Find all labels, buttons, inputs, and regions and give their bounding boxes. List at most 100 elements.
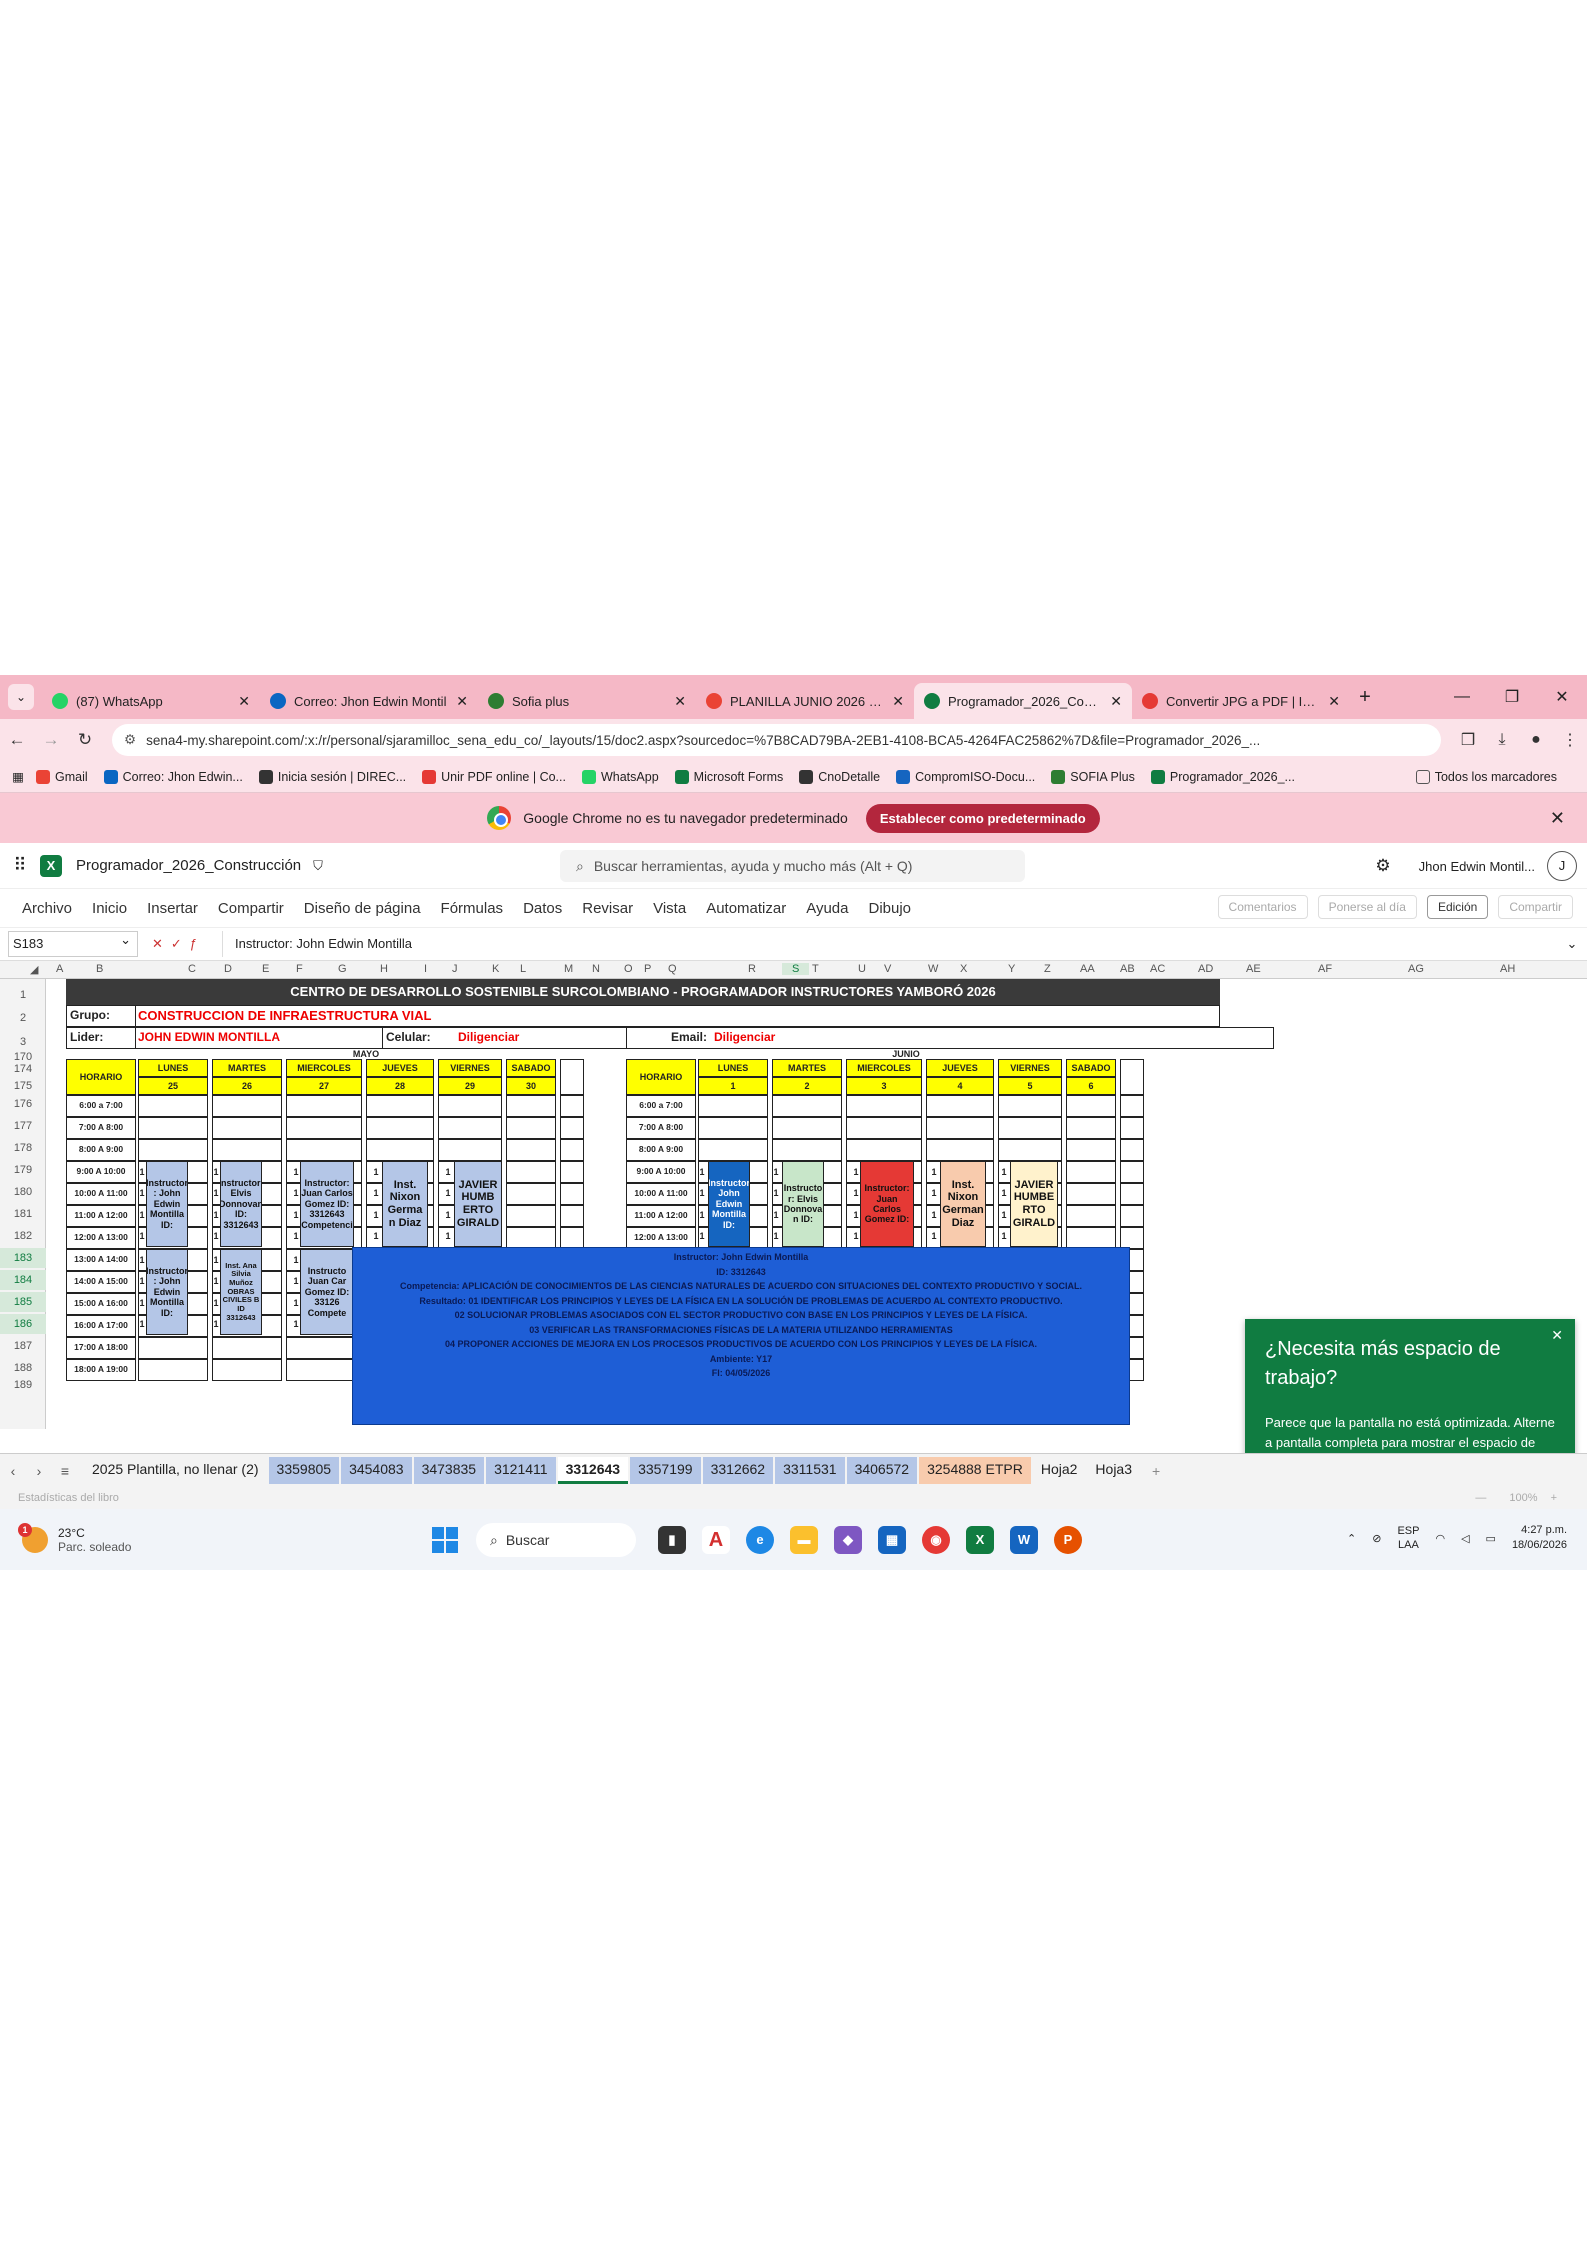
menu-item[interactable]: Compartir (218, 900, 284, 917)
edge-icon[interactable]: e (746, 1526, 774, 1554)
schedule-cell[interactable] (1066, 1117, 1116, 1139)
bookmark-item[interactable]: Gmail (36, 769, 88, 784)
count-cell[interactable]: 1 (930, 1208, 938, 1222)
count-cell[interactable]: 1 (444, 1165, 452, 1179)
back-icon[interactable]: ← (0, 730, 34, 750)
schedule-cell[interactable] (998, 1117, 1062, 1139)
acrobat-icon[interactable]: A (702, 1526, 730, 1554)
count-cell[interactable]: 1 (444, 1208, 452, 1222)
day-header[interactable]: VIERNES (438, 1059, 502, 1077)
count-cell[interactable]: 1 (698, 1229, 706, 1243)
time-slot[interactable]: 9:00 A 10:00 (66, 1161, 136, 1183)
sheet-tab[interactable]: Hoja3 (1087, 1457, 1140, 1484)
celular-label[interactable]: Celular: (386, 1027, 446, 1049)
count-cell[interactable]: 1 (138, 1253, 146, 1267)
day-header[interactable]: LUNES (698, 1059, 768, 1077)
column-header[interactable]: AD (1198, 963, 1213, 975)
file-explorer-icon[interactable]: ▬ (790, 1526, 818, 1554)
extensions-icon[interactable]: ❒ (1451, 730, 1485, 750)
sheet-title[interactable]: CENTRO DE DESARROLLO SOSTENIBLE SURCOLOM… (66, 979, 1220, 1005)
row-header[interactable]: 2 (0, 1007, 46, 1029)
time-slot[interactable]: 17:00 A 18:00 (66, 1337, 136, 1359)
schedule-cell[interactable] (212, 1337, 282, 1359)
column-header[interactable]: I (424, 963, 427, 975)
time-slot[interactable]: 12:00 A 13:00 (626, 1227, 696, 1249)
reload-icon[interactable]: ↻ (68, 730, 102, 750)
column-header[interactable]: F (296, 963, 303, 975)
ribbon-action-button[interactable]: Comentarios (1217, 895, 1308, 919)
add-sheet-icon[interactable]: + (1152, 1463, 1160, 1479)
column-header[interactable]: AA (1080, 963, 1095, 975)
profile-icon[interactable]: ● (1519, 731, 1553, 749)
schedule-cell[interactable] (1066, 1095, 1116, 1117)
day-header[interactable]: MARTES (772, 1059, 842, 1077)
count-cell[interactable]: 1 (212, 1274, 220, 1288)
class-block[interactable]: Instructo Juan Car Gomez ID: 33126 Compe… (300, 1249, 354, 1335)
schedule-cell[interactable] (772, 1117, 842, 1139)
schedule-cell[interactable] (560, 1183, 584, 1205)
schedule-cell[interactable] (926, 1139, 994, 1161)
row-header[interactable]: 187 (0, 1336, 46, 1356)
time-slot[interactable]: 10:00 A 11:00 (66, 1183, 136, 1205)
chrome-taskbar-icon[interactable]: ◉ (922, 1526, 950, 1554)
schedule-cell[interactable] (698, 1117, 768, 1139)
schedule-cell[interactable] (212, 1095, 282, 1117)
schedule-cell[interactable] (138, 1139, 208, 1161)
time-slot[interactable]: 9:00 A 10:00 (626, 1161, 696, 1183)
count-cell[interactable]: 1 (852, 1165, 860, 1179)
column-header[interactable]: N (592, 963, 600, 975)
close-window-button[interactable]: ✕ (1537, 687, 1587, 707)
count-cell[interactable]: 1 (772, 1186, 780, 1200)
sheet-tab[interactable]: 3121411 (486, 1457, 556, 1484)
schedule-cell[interactable] (366, 1095, 434, 1117)
count-cell[interactable]: 1 (772, 1208, 780, 1222)
count-cell[interactable]: 1 (212, 1229, 220, 1243)
column-header[interactable]: U (858, 963, 866, 975)
row-header[interactable]: 184 (0, 1270, 46, 1290)
schedule-cell[interactable] (846, 1095, 922, 1117)
column-header[interactable]: Q (668, 963, 677, 975)
count-cell[interactable]: 1 (930, 1229, 938, 1243)
weather-widget[interactable]: 1 23°C Parc. soleado (18, 1522, 172, 1554)
tab-search-button[interactable]: ⌄ (8, 684, 34, 710)
time-slot[interactable]: 16:00 A 17:00 (66, 1315, 136, 1337)
schedule-cell[interactable] (560, 1227, 584, 1249)
menu-item[interactable]: Fórmulas (441, 900, 504, 917)
schedule-cell[interactable] (366, 1117, 434, 1139)
class-block[interactable]: Inst. Nixon German Diaz (940, 1161, 986, 1247)
count-cell[interactable]: 1 (852, 1186, 860, 1200)
time-slot[interactable]: 11:00 A 12:00 (626, 1205, 696, 1227)
count-cell[interactable]: 1 (138, 1317, 146, 1331)
schedule-cell[interactable] (1120, 1095, 1144, 1117)
count-cell[interactable]: 1 (212, 1165, 220, 1179)
count-cell[interactable]: 1 (212, 1186, 220, 1200)
row-header[interactable]: 182 (0, 1226, 46, 1246)
time-slot[interactable]: 6:00 a 7:00 (626, 1095, 696, 1117)
expand-formula-icon[interactable]: ⌄ (1557, 936, 1587, 952)
column-header[interactable]: L (520, 963, 526, 975)
count-cell[interactable]: 1 (212, 1253, 220, 1267)
month-label-junio[interactable]: JUNIO (846, 1049, 966, 1059)
language-layout[interactable]: LAA (1397, 1538, 1419, 1552)
all-bookmarks[interactable]: Todos los marcadores (1415, 769, 1557, 784)
schedule-cell[interactable] (698, 1139, 768, 1161)
schedule-cell[interactable] (846, 1117, 922, 1139)
column-header[interactable]: Y (1008, 963, 1015, 975)
time-slot[interactable]: 8:00 A 9:00 (66, 1139, 136, 1161)
menu-item[interactable]: Ayuda (806, 900, 848, 917)
close-tab-icon[interactable]: ✕ (892, 693, 904, 710)
time-slot[interactable]: 11:00 A 12:00 (66, 1205, 136, 1227)
time-slot[interactable]: 12:00 A 13:00 (66, 1227, 136, 1249)
column-header[interactable]: AE (1246, 963, 1261, 975)
schedule-cell[interactable] (1120, 1161, 1144, 1183)
ribbon-action-button[interactable]: Edición (1426, 895, 1489, 919)
spacer-cell[interactable] (560, 1059, 584, 1095)
schedule-cell[interactable] (506, 1183, 556, 1205)
schedule-cell[interactable] (1066, 1205, 1116, 1227)
count-cell[interactable]: 1 (372, 1165, 380, 1179)
bookmark-item[interactable]: Programador_2026_... (1150, 769, 1295, 784)
day-number[interactable]: 30 (506, 1077, 556, 1095)
schedule-cell[interactable] (772, 1095, 842, 1117)
lider-label[interactable]: Lider: (66, 1027, 136, 1049)
menu-item[interactable]: Inicio (92, 900, 127, 917)
